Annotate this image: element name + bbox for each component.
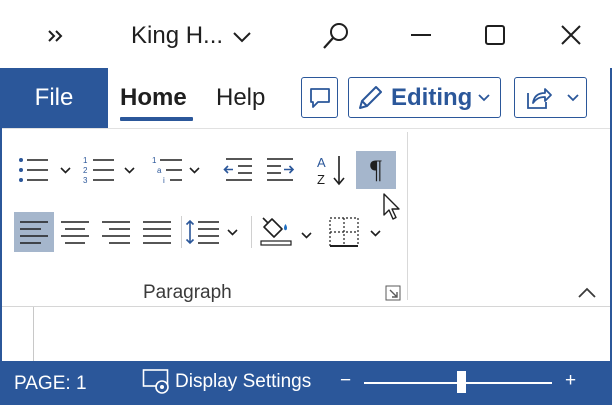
bullets-icon: [19, 158, 71, 182]
tab-help[interactable]: Help: [216, 84, 265, 112]
show-formatting-marks-button[interactable]: ¶: [356, 151, 396, 189]
minimize-icon: [411, 34, 431, 36]
number-glyph: 2: [83, 166, 88, 175]
share-button[interactable]: [514, 77, 587, 118]
align-right-icon: [102, 221, 130, 244]
increase-indent-button[interactable]: [261, 150, 299, 190]
number-glyph: 1: [83, 156, 88, 165]
line-spacing-icon: [185, 219, 238, 245]
sort-button[interactable]: A Z: [310, 150, 350, 190]
chevron-down-icon: [567, 93, 579, 101]
document-canvas[interactable]: [2, 307, 610, 361]
comment-icon: [309, 87, 330, 108]
share-icon: [527, 87, 552, 109]
minimize-button[interactable]: [398, 20, 444, 50]
tab-row-divider: [2, 128, 610, 129]
pencil-icon: [359, 85, 382, 109]
align-right-button[interactable]: [96, 212, 136, 252]
align-center-button[interactable]: [55, 212, 95, 252]
align-left-icon: [20, 221, 48, 244]
chevron-up-icon: [578, 287, 596, 298]
shading-icon: [260, 217, 312, 246]
numbering-button[interactable]: 1 2 3: [80, 150, 140, 190]
search-icon: [323, 23, 348, 49]
borders-button[interactable]: [322, 210, 388, 252]
ribbon-divider: [181, 216, 182, 248]
tab-file[interactable]: File: [0, 68, 108, 128]
editing-label: Editing: [391, 83, 473, 111]
align-center-icon: [61, 221, 89, 244]
chevron-down-icon: [478, 93, 490, 101]
title-menu-button[interactable]: [229, 24, 255, 50]
display-settings-button[interactable]: Display Settings: [142, 368, 311, 396]
sort-icon: A Z: [317, 155, 345, 187]
overflow-button[interactable]: [40, 22, 70, 50]
comments-button[interactable]: [301, 77, 338, 118]
sort-glyph-a: A: [317, 155, 326, 170]
page-margin-line: [33, 307, 34, 361]
shading-button[interactable]: [258, 210, 318, 252]
sort-glyph-z: Z: [317, 172, 325, 187]
chevron-double-right-icon: [48, 30, 63, 42]
tab-home-underline: [120, 117, 193, 121]
bullets-button[interactable]: [14, 150, 74, 190]
maximize-icon: [485, 25, 505, 45]
multilevel-glyph: a: [157, 166, 162, 175]
title-bar: [0, 0, 612, 68]
decrease-indent-button[interactable]: [220, 150, 258, 190]
increase-indent-icon: [267, 158, 295, 181]
justify-icon: [143, 221, 171, 244]
justify-button[interactable]: [137, 212, 177, 252]
collapse-ribbon-button[interactable]: [574, 282, 600, 304]
maximize-button[interactable]: [472, 20, 518, 50]
multilevel-glyph: 1: [152, 156, 157, 165]
zoom-in-button[interactable]: +: [565, 370, 576, 392]
paragraph-dialog-launcher[interactable]: [382, 282, 404, 304]
align-left-button[interactable]: [14, 212, 54, 252]
search-button[interactable]: [318, 18, 354, 54]
tab-home[interactable]: Home: [120, 84, 187, 112]
ribbon-divider: [251, 216, 252, 248]
zoom-out-button[interactable]: −: [340, 370, 351, 392]
chevron-down-icon: [233, 32, 251, 43]
close-button[interactable]: [548, 20, 594, 50]
numbering-icon: 1 2 3: [83, 156, 135, 185]
multilevel-list-icon: 1 a i: [152, 156, 200, 185]
multilevel-list-button[interactable]: 1 a i: [150, 150, 206, 190]
multilevel-glyph: i: [163, 176, 165, 185]
pilcrow-icon: ¶: [370, 155, 382, 184]
display-settings-label: Display Settings: [175, 371, 312, 392]
page-indicator[interactable]: PAGE: 1: [14, 373, 87, 395]
editing-mode-button[interactable]: Editing: [348, 77, 501, 118]
dialog-launcher-icon: [385, 285, 401, 301]
close-icon: [561, 25, 581, 45]
document-title[interactable]: King H...: [131, 22, 223, 50]
ribbon-group-divider: [407, 132, 408, 300]
line-spacing-button[interactable]: [185, 212, 243, 252]
display-settings-icon: [142, 369, 169, 394]
zoom-slider-thumb[interactable]: [457, 371, 467, 393]
borders-icon: [329, 217, 381, 247]
decrease-indent-icon: [223, 158, 252, 181]
group-label-paragraph: Paragraph: [143, 282, 232, 303]
number-glyph: 3: [83, 176, 88, 185]
